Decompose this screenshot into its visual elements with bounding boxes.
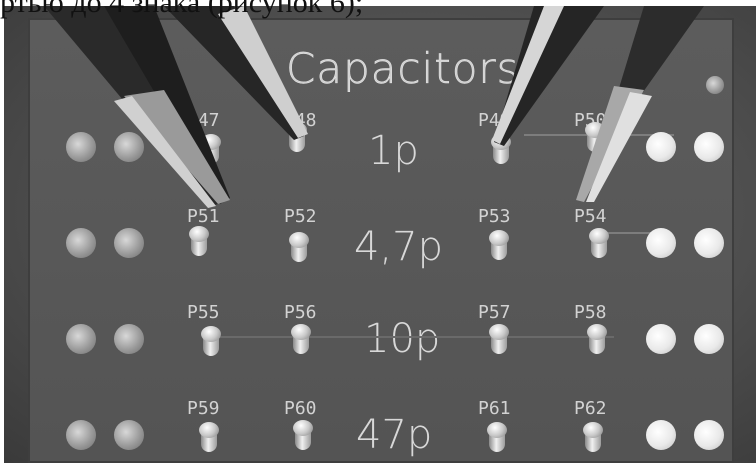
test-pin — [286, 122, 308, 152]
trace — [604, 232, 654, 234]
solder-pad — [114, 324, 144, 354]
test-pin — [488, 230, 510, 260]
solder-pad — [694, 324, 724, 354]
capacitor-value-4: 47p — [356, 412, 433, 458]
solder-pad — [706, 76, 724, 94]
pin-label: P52 — [284, 206, 317, 227]
pin-label: P62 — [574, 398, 607, 419]
test-pin — [200, 134, 222, 164]
pin-label: P49 — [478, 110, 511, 131]
solder-pad — [114, 132, 144, 162]
capacitor-value-1: 1p — [368, 128, 419, 174]
trace — [214, 336, 614, 338]
pin-label: P57 — [478, 302, 511, 323]
pin-label: P59 — [187, 398, 220, 419]
solder-pad — [646, 132, 676, 162]
test-pin — [198, 422, 220, 452]
capacitor-value-3: 10p — [364, 316, 441, 362]
document-caption: ртью до 4 знака (рисунок 6); — [0, 0, 364, 19]
solder-pad — [646, 324, 676, 354]
test-pin — [586, 324, 608, 354]
solder-pad — [66, 132, 96, 162]
solder-pad — [66, 324, 96, 354]
solder-pad — [114, 228, 144, 258]
pin-label: P51 — [187, 206, 220, 227]
test-pin — [486, 422, 508, 452]
pin-label: P53 — [478, 206, 511, 227]
solder-pad — [114, 420, 144, 450]
solder-pad — [694, 420, 724, 450]
solder-pad — [646, 228, 676, 258]
pin-label: P54 — [574, 206, 607, 227]
solder-pad — [66, 228, 96, 258]
solder-pad — [646, 420, 676, 450]
capacitor-value-2: 4,7p — [354, 224, 444, 270]
pin-label: P58 — [574, 302, 607, 323]
test-pin — [490, 134, 512, 164]
pin-label: P47 — [187, 110, 220, 131]
solder-pad — [694, 228, 724, 258]
test-pin — [288, 232, 310, 262]
test-pin — [582, 422, 604, 452]
pin-label: P55 — [187, 302, 220, 323]
pin-label: P56 — [284, 302, 317, 323]
pin-label: P61 — [478, 398, 511, 419]
pin-label: P60 — [284, 398, 317, 419]
page: ртью до 4 знака (рисунок 6); Capacitors … — [0, 0, 756, 463]
solder-pad — [66, 420, 96, 450]
test-pin — [188, 226, 210, 256]
test-pin — [200, 326, 222, 356]
solder-pad — [694, 132, 724, 162]
test-pin — [588, 228, 610, 258]
photo: Capacitors 1p P47 P48 P49 P50 4,7p P51 P… — [4, 6, 756, 463]
test-pin — [584, 122, 606, 152]
test-pin — [488, 324, 510, 354]
test-pin — [290, 324, 312, 354]
test-pin — [292, 420, 314, 450]
board-title: Capacitors — [286, 44, 520, 94]
